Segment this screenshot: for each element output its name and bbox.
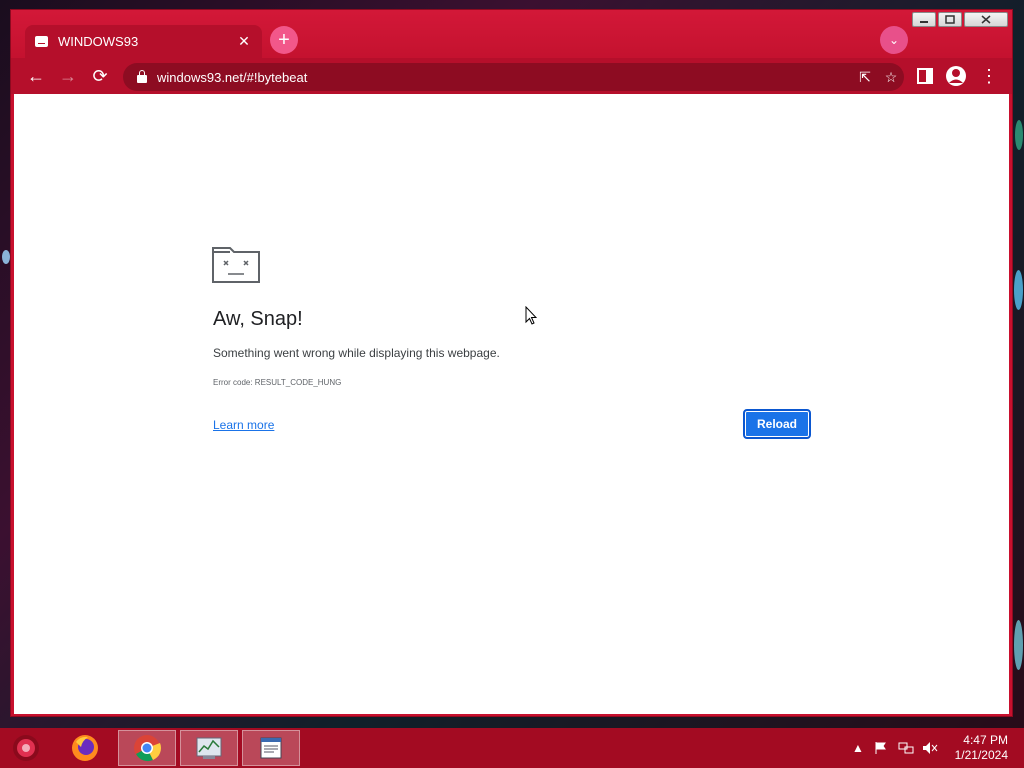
tab-title: WINDOWS93 [58,34,139,49]
action-center-flag-icon[interactable] [874,728,888,768]
tab-strip: WINDOWS93 ✕ + ⌄ [11,10,1012,58]
profile-avatar-icon[interactable] [944,64,968,88]
error-code: Error code: RESULT_CODE_HUNG [213,378,342,387]
reload-button[interactable]: Reload [743,409,811,439]
side-panel-icon[interactable] [913,64,937,88]
mouse-cursor-icon [525,306,537,325]
close-icon[interactable] [964,12,1008,27]
clock-date: 1/21/2024 [954,748,1008,762]
forward-button[interactable]: → [56,64,80,88]
menu-kebab-icon[interactable]: ⋮ [977,64,1001,88]
tab-favicon-icon [35,36,48,47]
network-icon[interactable] [898,728,914,768]
volume-muted-icon[interactable] [922,728,938,768]
address-bar[interactable]: windows93.net/#!bytebeat ⇱ ☆ [123,63,904,91]
browser-window: WINDOWS93 ✕ + ⌄ ← → ⟳ windows93.net/#!by… [10,9,1013,717]
tab-close-icon[interactable]: ✕ [236,33,252,50]
tab-windows93[interactable]: WINDOWS93 ✕ [25,25,262,58]
page-content: Aw, Snap! Something went wrong while dis… [14,94,1009,714]
maximize-icon[interactable] [938,12,962,27]
share-icon[interactable]: ⇱ [852,69,878,86]
back-button[interactable]: ← [24,64,48,88]
task-manager-icon[interactable] [180,730,238,766]
firefox-icon[interactable] [56,730,114,766]
show-hidden-icons[interactable]: ▲ [852,728,864,768]
learn-more-link[interactable]: Learn more [213,418,274,432]
error-title: Aw, Snap! [213,308,303,330]
new-tab-button[interactable]: + [270,26,298,54]
error-description: Something went wrong while displaying th… [213,346,500,360]
reload-toolbar-button[interactable]: ⟳ [88,64,112,88]
url-text[interactable]: windows93.net/#!bytebeat [157,70,852,85]
taskbar: ▲ 4:47 PM 1/21/2024 [0,728,1024,768]
chrome-icon[interactable] [118,730,176,766]
sad-tab-icon [212,247,260,283]
clock-time: 4:47 PM [963,733,1008,747]
tab-search-button[interactable]: ⌄ [880,26,908,54]
caption-buttons [912,12,1008,27]
start-orb-icon[interactable] [2,730,50,766]
notepad-icon[interactable] [242,730,300,766]
bookmark-star-icon[interactable]: ☆ [878,69,904,86]
lock-icon[interactable] [137,70,147,83]
clock[interactable]: 4:47 PM 1/21/2024 [955,733,1008,763]
browser-toolbar: ← → ⟳ windows93.net/#!bytebeat ⇱ ☆ ⋮ [11,58,1012,94]
minimize-icon[interactable] [912,12,936,27]
